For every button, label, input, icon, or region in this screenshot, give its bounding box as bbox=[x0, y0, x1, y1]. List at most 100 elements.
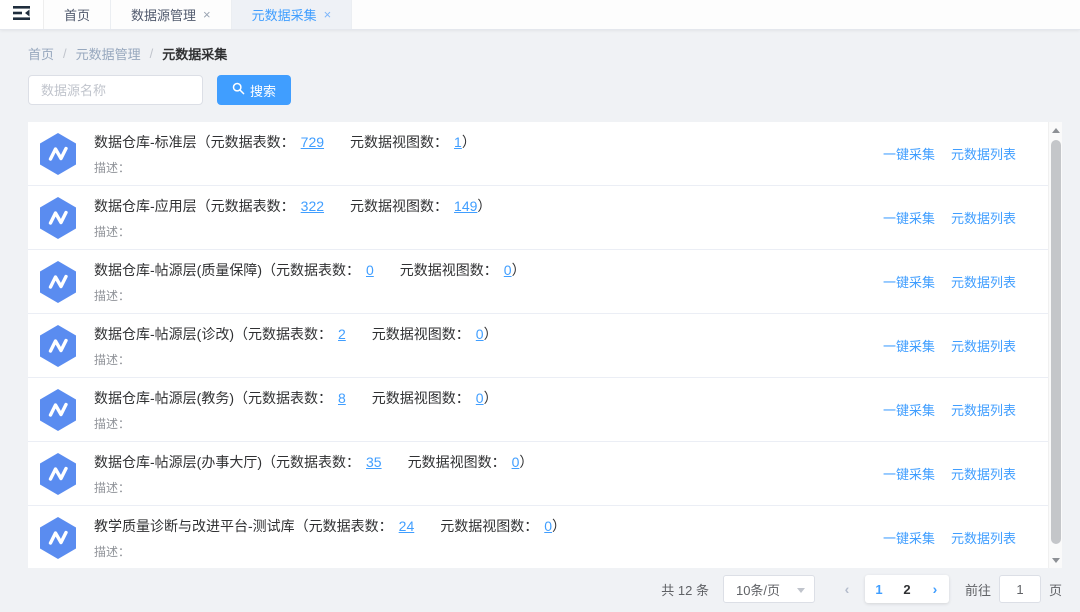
datasource-row: 数据仓库-帖源层(办事大厅) （ 元数据表数： 35 元数据视图数： 0 ） 描… bbox=[28, 442, 1048, 506]
paren-open: （ bbox=[234, 324, 248, 344]
row-actions: 一键采集 元数据列表 bbox=[883, 272, 1016, 291]
datasource-row: 数据仓库-帖源层(教务) （ 元数据表数： 8 元数据视图数： 0 ） 描述： … bbox=[28, 378, 1048, 442]
paren-open: （ bbox=[197, 196, 211, 216]
scrollbar-thumb[interactable] bbox=[1051, 140, 1061, 544]
tab-label: 元数据采集 bbox=[252, 5, 317, 24]
metadata-list-button[interactable]: 元数据列表 bbox=[951, 144, 1016, 163]
search-button-label: 搜索 bbox=[250, 81, 276, 100]
tables-count-link[interactable]: 8 bbox=[338, 390, 346, 406]
scroll-down-icon[interactable] bbox=[1049, 552, 1062, 568]
page-size-value: 10条/页 bbox=[736, 580, 780, 599]
datasource-hexagon-icon bbox=[38, 196, 78, 240]
page-size-select[interactable]: 10条/页 bbox=[723, 575, 815, 603]
datasource-hexagon-icon bbox=[38, 516, 78, 560]
tables-count-label: 元数据表数： bbox=[309, 516, 393, 536]
tables-count-link[interactable]: 35 bbox=[366, 454, 382, 470]
datasource-info: 数据仓库-帖源层(诊改) （ 元数据表数： 2 元数据视图数： 0 ） 描述： bbox=[94, 324, 883, 368]
paren-open: （ bbox=[262, 452, 276, 472]
goto-page-input[interactable] bbox=[999, 575, 1041, 603]
description-label: 描述： bbox=[94, 415, 883, 432]
datasource-hexagon-icon bbox=[38, 388, 78, 432]
views-count-link[interactable]: 1 bbox=[454, 134, 462, 150]
page: 首页 数据源管理 × 元数据采集 × 首页 / 元数据管理 / 元数据采集 搜索 bbox=[0, 0, 1080, 612]
datasource-info: 数据仓库-帖源层(办事大厅) （ 元数据表数： 35 元数据视图数： 0 ） 描… bbox=[94, 452, 883, 496]
breadcrumb-home[interactable]: 首页 bbox=[28, 44, 54, 63]
datasource-name: 数据仓库-帖源层(质量保障) bbox=[94, 260, 262, 280]
datasource-info: 教学质量诊断与改进平台-测试库 （ 元数据表数： 24 元数据视图数： 0 ） … bbox=[94, 516, 883, 560]
views-count-link[interactable]: 0 bbox=[512, 454, 520, 470]
tab-metadata-collection[interactable]: 元数据采集 × bbox=[232, 0, 353, 29]
tables-count-link[interactable]: 2 bbox=[338, 326, 346, 342]
next-page-button[interactable]: › bbox=[921, 575, 949, 603]
search-input[interactable] bbox=[28, 75, 203, 105]
row-actions: 一键采集 元数据列表 bbox=[883, 208, 1016, 227]
pagination: 共 12 条 10条/页 ‹ 1 2 › 前往 页 bbox=[661, 574, 1062, 604]
datasource-name: 数据仓库-标准层 bbox=[94, 132, 197, 152]
search-icon bbox=[232, 82, 245, 98]
datasource-title: 数据仓库-应用层 （ 元数据表数： 322 元数据视图数： 149 ） bbox=[94, 196, 883, 216]
description-label: 描述： bbox=[94, 351, 883, 368]
description-label: 描述： bbox=[94, 287, 883, 304]
sidebar-collapse-button[interactable] bbox=[0, 0, 44, 29]
views-count-label: 元数据视图数： bbox=[350, 132, 448, 152]
tables-count-label: 元数据表数： bbox=[276, 452, 360, 472]
datasource-info: 数据仓库-标准层 （ 元数据表数： 729 元数据视图数： 1 ） 描述： bbox=[94, 132, 883, 176]
tables-count-link[interactable]: 322 bbox=[301, 198, 324, 214]
tab-home[interactable]: 首页 bbox=[44, 0, 111, 29]
description-label: 描述： bbox=[94, 223, 883, 240]
collect-button[interactable]: 一键采集 bbox=[883, 528, 935, 547]
scroll-up-icon[interactable] bbox=[1049, 122, 1062, 138]
tab-datasource-management[interactable]: 数据源管理 × bbox=[111, 0, 232, 29]
close-icon[interactable]: × bbox=[324, 8, 332, 21]
metadata-list-button[interactable]: 元数据列表 bbox=[951, 464, 1016, 483]
datasource-list: 数据仓库-标准层 （ 元数据表数： 729 元数据视图数： 1 ） 描述： 一键… bbox=[28, 122, 1048, 568]
datasource-title: 数据仓库-帖源层(诊改) （ 元数据表数： 2 元数据视图数： 0 ） bbox=[94, 324, 883, 344]
breadcrumb-metadata-management[interactable]: 元数据管理 bbox=[76, 44, 141, 63]
list-scrollbar[interactable] bbox=[1048, 122, 1062, 568]
datasource-title: 数据仓库-帖源层(办事大厅) （ 元数据表数： 35 元数据视图数： 0 ） bbox=[94, 452, 883, 472]
views-count-link[interactable]: 0 bbox=[544, 518, 552, 534]
datasource-name: 数据仓库-应用层 bbox=[94, 196, 197, 216]
collect-button[interactable]: 一键采集 bbox=[883, 272, 935, 291]
tables-count-link[interactable]: 0 bbox=[366, 262, 374, 278]
goto-page: 前往 页 bbox=[965, 575, 1062, 603]
views-count-link[interactable]: 0 bbox=[476, 326, 484, 342]
metadata-list-button[interactable]: 元数据列表 bbox=[951, 400, 1016, 419]
datasource-info: 数据仓库-应用层 （ 元数据表数： 322 元数据视图数： 149 ） 描述： bbox=[94, 196, 883, 240]
views-count-link[interactable]: 149 bbox=[454, 198, 477, 214]
metadata-list-button[interactable]: 元数据列表 bbox=[951, 272, 1016, 291]
prev-page-button[interactable]: ‹ bbox=[833, 575, 861, 603]
metadata-list-button[interactable]: 元数据列表 bbox=[951, 528, 1016, 547]
close-icon[interactable]: × bbox=[203, 8, 211, 21]
paren-close: ） bbox=[477, 196, 491, 216]
tab-label: 首页 bbox=[64, 5, 90, 24]
collect-button[interactable]: 一键采集 bbox=[883, 400, 935, 419]
views-count-label: 元数据视图数： bbox=[408, 452, 506, 472]
page-button-2[interactable]: 2 bbox=[893, 575, 921, 603]
tables-count-link[interactable]: 729 bbox=[301, 134, 324, 150]
row-actions: 一键采集 元数据列表 bbox=[883, 144, 1016, 163]
datasource-name: 数据仓库-帖源层(教务) bbox=[94, 388, 234, 408]
metadata-list-button[interactable]: 元数据列表 bbox=[951, 336, 1016, 355]
metadata-list-button[interactable]: 元数据列表 bbox=[951, 208, 1016, 227]
search-button[interactable]: 搜索 bbox=[217, 75, 291, 105]
description-label: 描述： bbox=[94, 159, 883, 176]
tables-count-link[interactable]: 24 bbox=[399, 518, 415, 534]
page-button-1[interactable]: 1 bbox=[865, 575, 893, 603]
breadcrumb: 首页 / 元数据管理 / 元数据采集 bbox=[28, 44, 227, 63]
row-actions: 一键采集 元数据列表 bbox=[883, 336, 1016, 355]
views-count-link[interactable]: 0 bbox=[504, 262, 512, 278]
tables-count-label: 元数据表数： bbox=[211, 196, 295, 216]
datasource-row: 数据仓库-标准层 （ 元数据表数： 729 元数据视图数： 1 ） 描述： 一键… bbox=[28, 122, 1048, 186]
collect-button[interactable]: 一键采集 bbox=[883, 208, 935, 227]
search-bar: 搜索 bbox=[28, 75, 291, 105]
datasource-panel: 数据仓库-标准层 （ 元数据表数： 729 元数据视图数： 1 ） 描述： 一键… bbox=[28, 122, 1062, 568]
datasource-row: 教学质量诊断与改进平台-测试库 （ 元数据表数： 24 元数据视图数： 0 ） … bbox=[28, 506, 1048, 568]
collect-button[interactable]: 一键采集 bbox=[883, 336, 935, 355]
views-count-link[interactable]: 0 bbox=[476, 390, 484, 406]
pager: 1 2 › bbox=[865, 575, 949, 603]
collect-button[interactable]: 一键采集 bbox=[883, 464, 935, 483]
views-count-label: 元数据视图数： bbox=[372, 324, 470, 344]
collect-button[interactable]: 一键采集 bbox=[883, 144, 935, 163]
datasource-name: 教学质量诊断与改进平台-测试库 bbox=[94, 516, 295, 536]
